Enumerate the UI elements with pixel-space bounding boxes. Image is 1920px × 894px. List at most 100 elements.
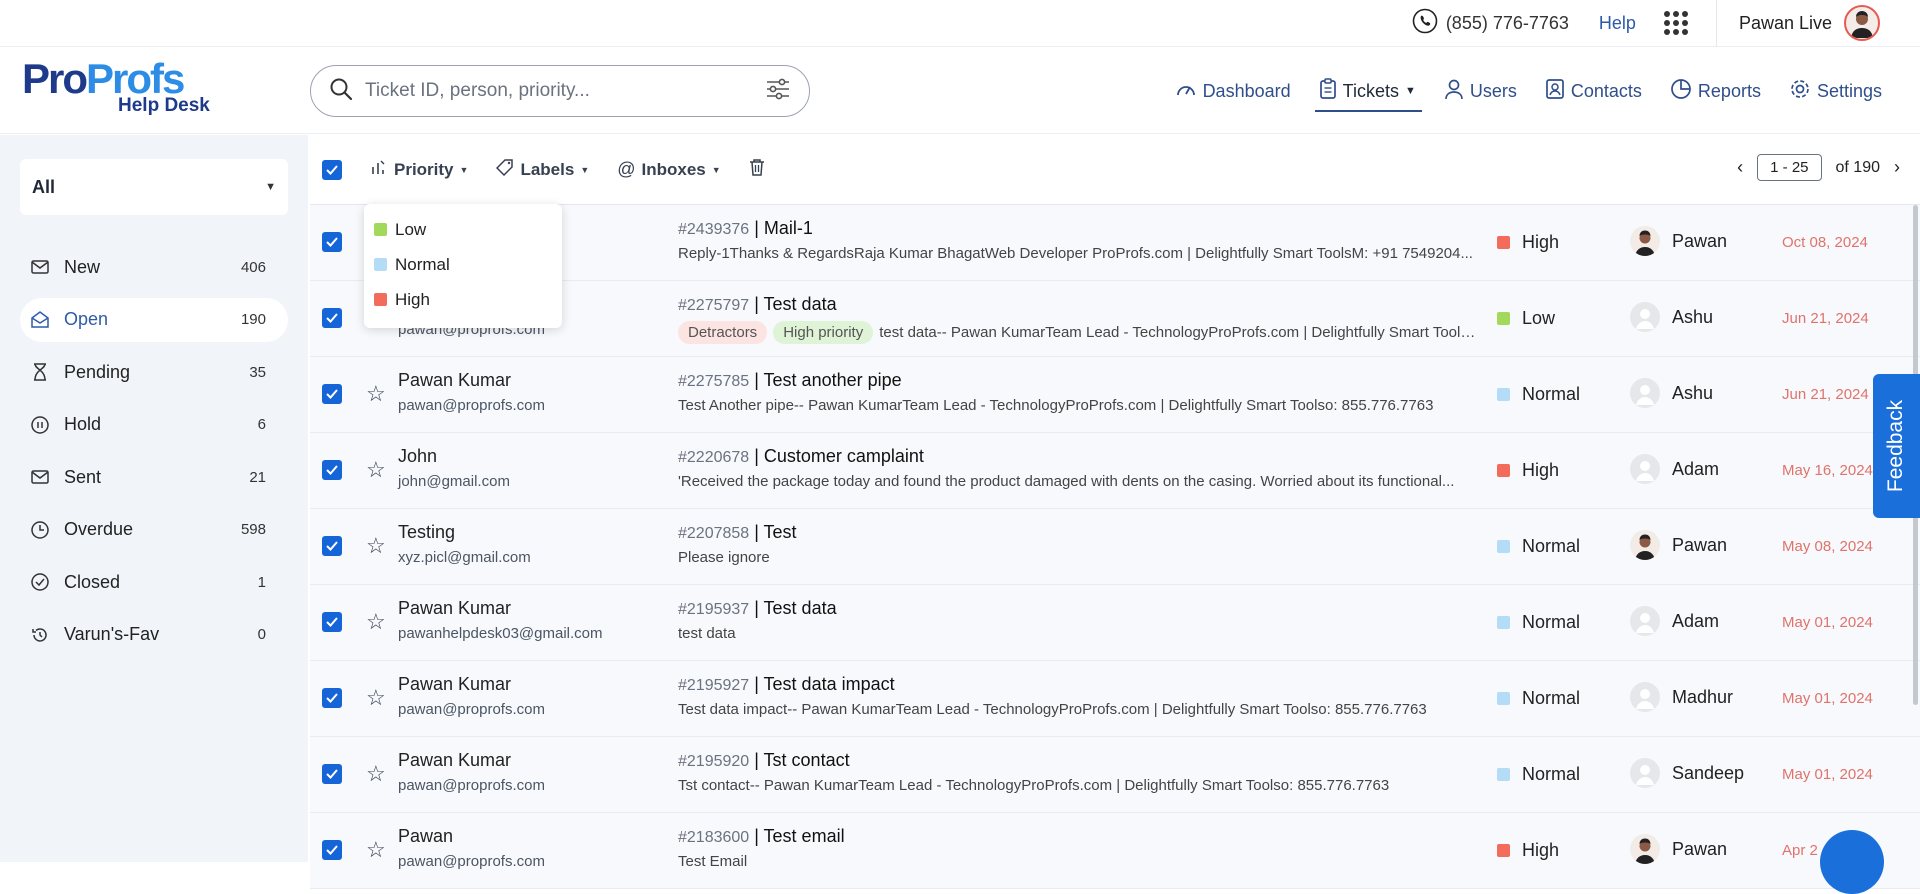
ticket-label-tag[interactable]: Detractors [678,321,768,344]
nav-settings[interactable]: Settings [1789,48,1882,134]
sidebar-item-pending[interactable]: Pending 35 [20,350,288,394]
row-checkbox[interactable] [322,384,342,404]
star-icon[interactable]: ☆ [366,837,386,863]
row-checkbox[interactable] [322,840,342,860]
assignee-name: Pawan [1672,534,1728,555]
prev-page-icon[interactable]: ‹ [1737,157,1743,178]
nav-reports[interactable]: Reports [1670,48,1761,134]
row-checkbox[interactable] [322,232,342,252]
priority-option-normal[interactable]: Normal [364,247,562,282]
assignee-cell[interactable]: Madhur [1630,682,1733,712]
ticket-title[interactable]: #2439376 | Mail-1 [678,218,813,239]
ticket-subject: Tst contact [763,750,850,770]
ticket-title[interactable]: #2183600 | Test email [678,826,845,847]
table-row[interactable]: ☆ Pawan Kumar pawanhelpdesk03@gmail.com #21… [310,585,1920,661]
star-icon[interactable]: ☆ [366,533,386,559]
sidebar-item-hold[interactable]: Hold 6 [20,403,288,447]
feedback-tab[interactable]: Feedback [1873,374,1920,518]
table-row[interactable]: ☆ Pawan Kumar pawan@proprofs.com #2275785 |… [310,357,1920,433]
nav-contacts[interactable]: Contacts [1545,48,1642,134]
view-filter-dropdown[interactable]: All ▼ [20,159,288,215]
table-row[interactable]: ☆ Pawan Kumar pawan@proprofs.com #2195927 |… [310,661,1920,737]
folder-count: 598 [240,521,266,538]
ticket-title[interactable]: #2275785 | Test another pipe [678,370,902,391]
clipboard-icon [1319,77,1337,105]
help-link[interactable]: Help [1599,13,1636,34]
ticket-title[interactable]: #2195927 | Test data impact [678,674,895,695]
ticket-title[interactable]: #2275797 | Test data [678,294,837,315]
sidebar-item-varuns-fav[interactable]: Varun's-Fav 0 [20,613,288,657]
sidebar-item-sent[interactable]: Sent 21 [20,455,288,499]
priority-cell[interactable]: High [1497,460,1559,481]
priority-cell[interactable]: Normal [1497,384,1580,405]
priority-cell[interactable]: Normal [1497,612,1580,633]
next-page-icon[interactable]: › [1894,157,1900,178]
select-all-checkbox[interactable] [322,159,342,180]
star-icon[interactable]: ☆ [366,761,386,787]
star-icon[interactable]: ☆ [366,685,386,711]
star-icon[interactable]: ☆ [366,609,386,635]
assignee-cell[interactable]: Ashu [1630,378,1713,408]
filter-sliders-icon[interactable] [765,78,791,105]
delete-button[interactable] [749,158,765,181]
phone-contact[interactable]: (855) 776-7763 [1412,8,1569,39]
assignee-cell[interactable]: Pawan [1630,226,1727,256]
search-input[interactable] [365,80,753,102]
priority-button[interactable]: Priority ▼ [370,158,468,181]
table-row[interactable]: ☆ John john@gmail.com #2220678 | Customer c… [310,433,1920,509]
user-menu[interactable]: Pawan Live [1715,0,1880,47]
table-row[interactable]: ☆ Pawan Kumar pawan@proprofs.com #2195920 |… [310,737,1920,813]
row-checkbox[interactable] [322,764,342,784]
star-icon[interactable]: ☆ [366,457,386,483]
assignee-cell[interactable]: Ashu [1630,302,1713,332]
apps-grid-icon[interactable] [1663,11,1688,35]
star-icon[interactable]: ☆ [366,381,386,407]
sidebar-item-open[interactable]: Open 190 [20,297,288,342]
ticket-title[interactable]: #2195937 | Test data [678,598,837,619]
table-row[interactable]: ☆ Pawan pawan@proprofs.com #2183600 | Test … [310,813,1920,889]
row-checkbox[interactable] [322,460,342,480]
assignee-cell[interactable]: Pawan [1630,834,1727,864]
row-checkbox[interactable] [322,308,342,328]
inboxes-button[interactable]: @ Inboxes ▼ [617,159,720,180]
priority-swatch [1497,464,1510,477]
ticket-id: #2275785 [678,373,750,390]
folder-label: Pending [64,361,131,382]
assignee-cell[interactable]: Sandeep [1630,758,1744,788]
ticket-subject: Test email [763,826,845,846]
priority-cell[interactable]: Low [1497,308,1555,329]
ticket-title[interactable]: #2207858 | Test [678,522,797,543]
page-range[interactable]: 1 - 25 [1757,154,1822,181]
nav-tickets[interactable]: Tickets ▼ [1314,48,1423,134]
table-row[interactable]: ☆ Testing xyz.picl@gmail.com #2207858 | Tes… [310,509,1920,585]
priority-option-low[interactable]: Low [364,212,562,247]
sidebar-item-closed[interactable]: Closed 1 [20,560,288,604]
row-checkbox[interactable] [322,688,342,708]
priority-option-label: High [395,289,430,309]
ticket-title[interactable]: #2220678 | Customer camplaint [678,446,924,467]
assignee-cell[interactable]: Pawan [1630,530,1727,560]
sidebar-item-new[interactable]: New 406 [20,245,288,289]
priority-cell[interactable]: Normal [1497,536,1580,557]
proprofs-logo[interactable]: ProProfs Help Desk [22,58,210,116]
row-checkbox[interactable] [322,536,342,556]
priority-cell[interactable]: High [1497,232,1559,253]
priority-option-high[interactable]: High [364,282,562,317]
sidebar-item-overdue[interactable]: Overdue 598 [20,508,288,552]
requester-name: Pawan [398,826,454,846]
folder-label: Varun's-Fav [64,624,160,644]
user-avatar[interactable] [1844,5,1880,41]
assignee-cell[interactable]: Adam [1630,606,1719,636]
chat-widget-button[interactable] [1820,830,1884,894]
ticket-label-tag[interactable]: High priority [773,321,874,344]
labels-button[interactable]: Labels ▼ [496,158,589,181]
ticket-title[interactable]: #2195920 | Tst contact [678,750,850,771]
row-checkbox[interactable] [322,612,342,632]
nav-users[interactable]: Users [1444,48,1517,134]
priority-cell[interactable]: Normal [1497,764,1580,785]
priority-cell[interactable]: Normal [1497,688,1580,709]
priority-cell[interactable]: High [1497,840,1559,861]
nav-dashboard[interactable]: Dashboard [1175,48,1291,134]
open-envelope-icon [30,311,50,328]
assignee-cell[interactable]: Adam [1630,454,1719,484]
